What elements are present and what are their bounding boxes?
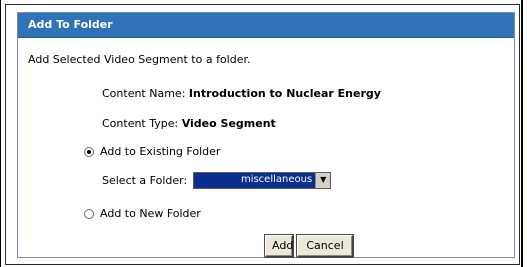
folder-select[interactable]: miscellaneous ▼: [193, 172, 332, 189]
folder-select-value: miscellaneous: [194, 173, 316, 188]
existing-folder-label: Add to Existing Folder: [100, 145, 221, 158]
outer-frame-right-edge: [521, 0, 523, 267]
new-folder-label: Add to New Folder: [100, 207, 201, 220]
dialog-title: Add To Folder: [28, 18, 113, 31]
existing-folder-radio[interactable]: [84, 146, 94, 157]
new-folder-radio[interactable]: [84, 208, 94, 219]
existing-folder-option[interactable]: Add to Existing Folder: [84, 145, 220, 158]
content-name-row: Content Name: Introduction to Nuclear En…: [102, 87, 381, 100]
content-name-label: Content Name:: [102, 87, 186, 100]
outer-frame-left-edge: [0, 0, 1, 267]
dialog-intro-text: Add Selected Video Segment to a folder.: [28, 53, 251, 66]
content-type-row: Content Type: Video Segment: [102, 117, 276, 130]
dialog-title-bar: Add To Folder: [18, 13, 514, 38]
content-type-value: Video Segment: [181, 117, 276, 130]
folder-select-row: Select a Folder: miscellaneous ▼: [102, 172, 332, 189]
chevron-down-icon[interactable]: ▼: [315, 173, 331, 188]
content-type-label: Content Type:: [102, 117, 179, 130]
add-button[interactable]: Add: [265, 235, 293, 257]
new-folder-option[interactable]: Add to New Folder: [84, 207, 201, 220]
folder-select-label: Select a Folder:: [102, 174, 188, 187]
cancel-button[interactable]: Cancel: [297, 235, 353, 257]
content-name-value: Introduction to Nuclear Energy: [188, 87, 381, 100]
dialog-buttons: Add Cancel: [265, 235, 353, 257]
add-to-folder-dialog: Add To Folder Add Selected Video Segment…: [17, 12, 515, 258]
